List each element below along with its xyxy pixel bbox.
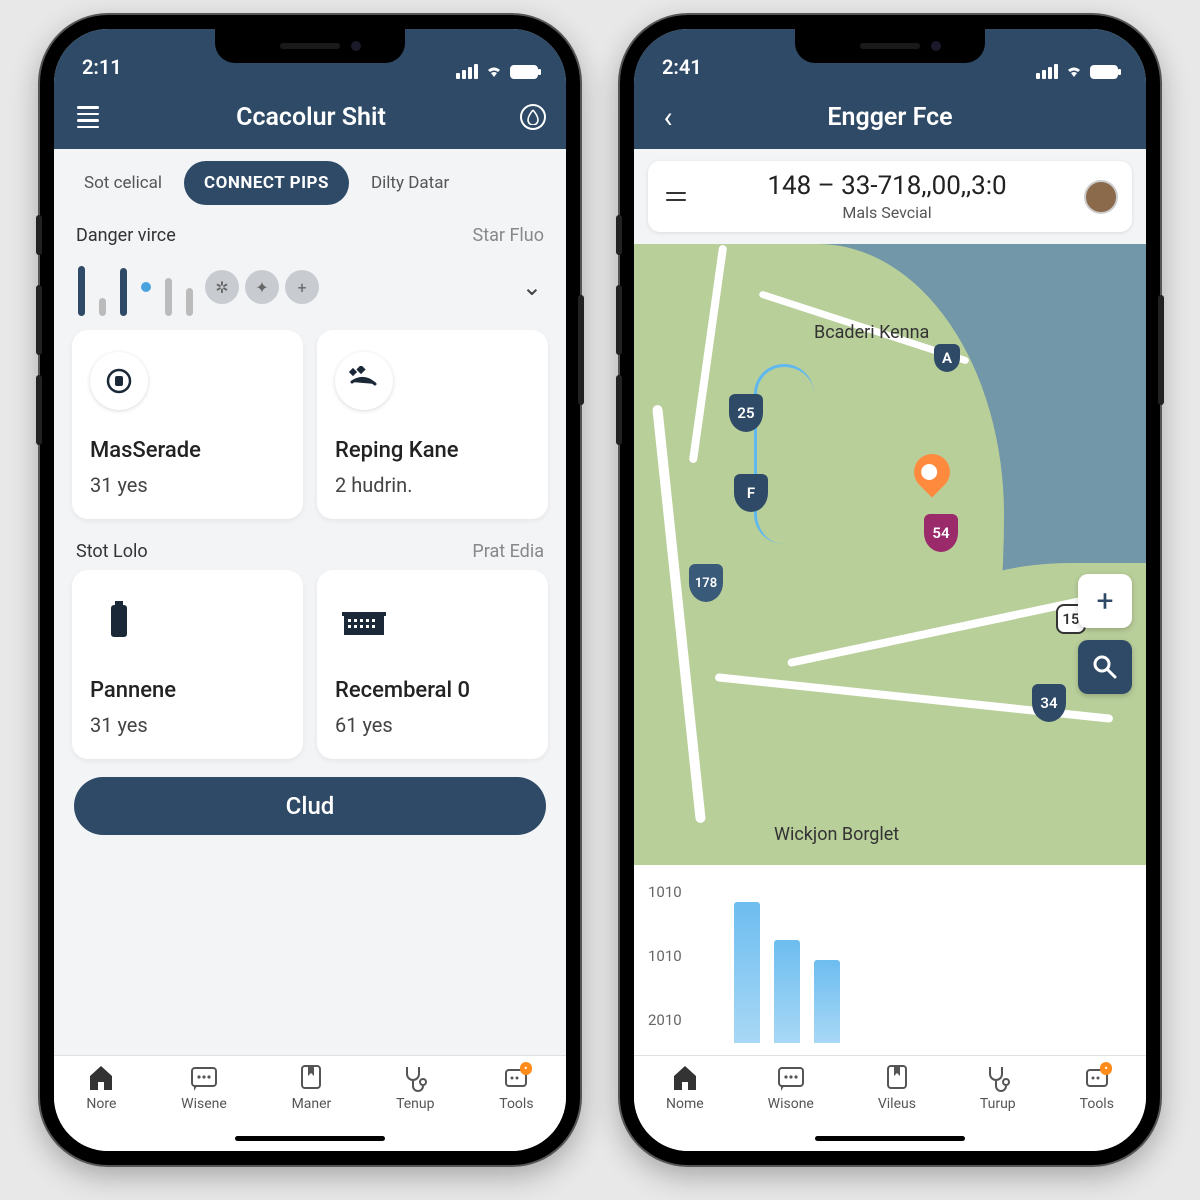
menu-icon[interactable] bbox=[74, 103, 102, 131]
battery-icon bbox=[510, 65, 538, 79]
map-label-top: Bcaderi Kenna bbox=[814, 322, 929, 343]
home-indicator[interactable] bbox=[815, 1136, 965, 1141]
power-icon bbox=[90, 352, 148, 410]
tab-bar: Sot celical CONNECT PIPS Dilty Datar bbox=[54, 149, 566, 217]
shield-a[interactable]: A bbox=[934, 344, 960, 372]
nav-turup[interactable]: Turup bbox=[980, 1064, 1016, 1151]
home-icon bbox=[86, 1064, 116, 1092]
zoom-in-button[interactable]: + bbox=[1078, 574, 1132, 628]
equalizer-row[interactable]: ✲ ✦ + ⌄ bbox=[72, 254, 548, 330]
drop-icon[interactable] bbox=[520, 104, 546, 130]
map[interactable]: Bcaderi Kenna Wickjon Borglet 25 F 178 5… bbox=[634, 244, 1146, 865]
phone-right: 2:41 ‹ Engger Fce 148 – 33-718,,00,,3:0 … bbox=[620, 15, 1160, 1165]
card-recemberal[interactable]: Recemberal 0 61 yes bbox=[317, 570, 548, 759]
app-header: ‹ Engger Fce bbox=[634, 85, 1146, 149]
chat-icon bbox=[189, 1064, 219, 1092]
shield-178[interactable]: 178 bbox=[689, 564, 723, 602]
chat-icon bbox=[776, 1064, 806, 1092]
avatar[interactable] bbox=[1084, 180, 1118, 214]
battery-icon bbox=[90, 592, 148, 650]
phone-left: 2:11 Ccacolur Shit Sot celical CONNECT P… bbox=[40, 15, 580, 1165]
home-icon bbox=[670, 1064, 700, 1092]
nav-tenup[interactable]: Tenup bbox=[396, 1064, 434, 1151]
card-sub: 2 hudrin. bbox=[335, 473, 530, 497]
locate-button[interactable] bbox=[1078, 640, 1132, 694]
stars-icon bbox=[335, 352, 393, 410]
section-left: Stot Lolo bbox=[76, 541, 148, 562]
bookmark-icon bbox=[882, 1064, 912, 1092]
chart-y-axis: 1010 1010 2010 bbox=[648, 877, 682, 1043]
page-title: Ccacolur Shit bbox=[236, 103, 386, 132]
nav-nore[interactable]: Nore bbox=[86, 1064, 116, 1151]
chip-icon-3[interactable]: + bbox=[285, 270, 319, 304]
nav-tools[interactable]: • Tools bbox=[1080, 1064, 1114, 1151]
card-title: Recemberal 0 bbox=[335, 678, 530, 703]
home-indicator[interactable] bbox=[235, 1136, 385, 1141]
nav-badge: • bbox=[520, 1062, 532, 1075]
chip-icon-1[interactable]: ✲ bbox=[205, 270, 239, 304]
building-icon bbox=[335, 592, 393, 650]
shield-34[interactable]: 34 bbox=[1032, 684, 1066, 722]
tab-connect[interactable]: CONNECT PIPS bbox=[184, 161, 349, 205]
shield-f[interactable]: F bbox=[734, 474, 768, 512]
card-sub: 31 yes bbox=[90, 473, 285, 497]
chart-bars bbox=[694, 877, 1132, 1043]
menu-icon[interactable] bbox=[662, 183, 690, 211]
nav-tools[interactable]: • Tools bbox=[499, 1064, 533, 1151]
card-title: Reping Kane bbox=[335, 438, 530, 463]
coordinates: 148 – 33-718,,00,,3:0 bbox=[704, 171, 1070, 201]
section-right[interactable]: Prat Edia bbox=[472, 541, 544, 562]
tab-sot[interactable]: Sot celical bbox=[70, 163, 176, 203]
clud-button[interactable]: Clud bbox=[74, 777, 546, 835]
wifi-icon bbox=[484, 64, 504, 79]
coord-bar: 148 – 33-718,,00,,3:0 Mals Sevcial bbox=[648, 161, 1132, 232]
bookmark-icon bbox=[296, 1064, 326, 1092]
section-header-1: Danger virce Star Fluo bbox=[72, 219, 548, 254]
signal-icon bbox=[1036, 64, 1058, 79]
section-header-2: Stot Lolo Prat Edia bbox=[72, 535, 548, 570]
card-title: Pannene bbox=[90, 678, 285, 703]
map-label-bottom: Wickjon Borglet bbox=[774, 824, 899, 845]
tab-dilty[interactable]: Dilty Datar bbox=[357, 163, 463, 203]
nav-wisone[interactable]: Wisone bbox=[768, 1064, 814, 1151]
chevron-down-icon[interactable]: ⌄ bbox=[522, 273, 542, 301]
stetho-icon bbox=[983, 1064, 1013, 1092]
chart-panel: 1010 1010 2010 bbox=[634, 865, 1146, 1055]
app-header: Ccacolur Shit bbox=[54, 85, 566, 149]
coord-subtitle: Mals Sevcial bbox=[704, 203, 1070, 222]
card-masserade[interactable]: MasSerade 31 yes bbox=[72, 330, 303, 519]
signal-icon bbox=[456, 64, 478, 79]
status-time: 2:41 bbox=[662, 55, 702, 79]
card-pannene[interactable]: Pannene 31 yes bbox=[72, 570, 303, 759]
card-title: MasSerade bbox=[90, 438, 285, 463]
section-left: Danger virce bbox=[76, 225, 176, 246]
status-time: 2:11 bbox=[82, 55, 122, 79]
chip-icon-2[interactable]: ✦ bbox=[245, 270, 279, 304]
shield-25[interactable]: 25 bbox=[729, 394, 763, 432]
battery-icon bbox=[1090, 65, 1118, 79]
shield-54[interactable]: 54 bbox=[924, 514, 958, 552]
wifi-icon bbox=[1064, 64, 1084, 79]
back-icon[interactable]: ‹ bbox=[654, 103, 682, 131]
nav-nome[interactable]: Nome bbox=[666, 1064, 704, 1151]
notch bbox=[795, 29, 985, 63]
nav-badge: • bbox=[1100, 1062, 1112, 1075]
page-title: Engger Fce bbox=[827, 103, 952, 132]
stetho-icon bbox=[400, 1064, 430, 1092]
card-sub: 31 yes bbox=[90, 713, 285, 737]
nav-wisene[interactable]: Wisene bbox=[181, 1064, 227, 1151]
notch bbox=[215, 29, 405, 63]
card-sub: 61 yes bbox=[335, 713, 530, 737]
section-right[interactable]: Star Fluo bbox=[473, 225, 544, 246]
card-reping[interactable]: Reping Kane 2 hudrin. bbox=[317, 330, 548, 519]
